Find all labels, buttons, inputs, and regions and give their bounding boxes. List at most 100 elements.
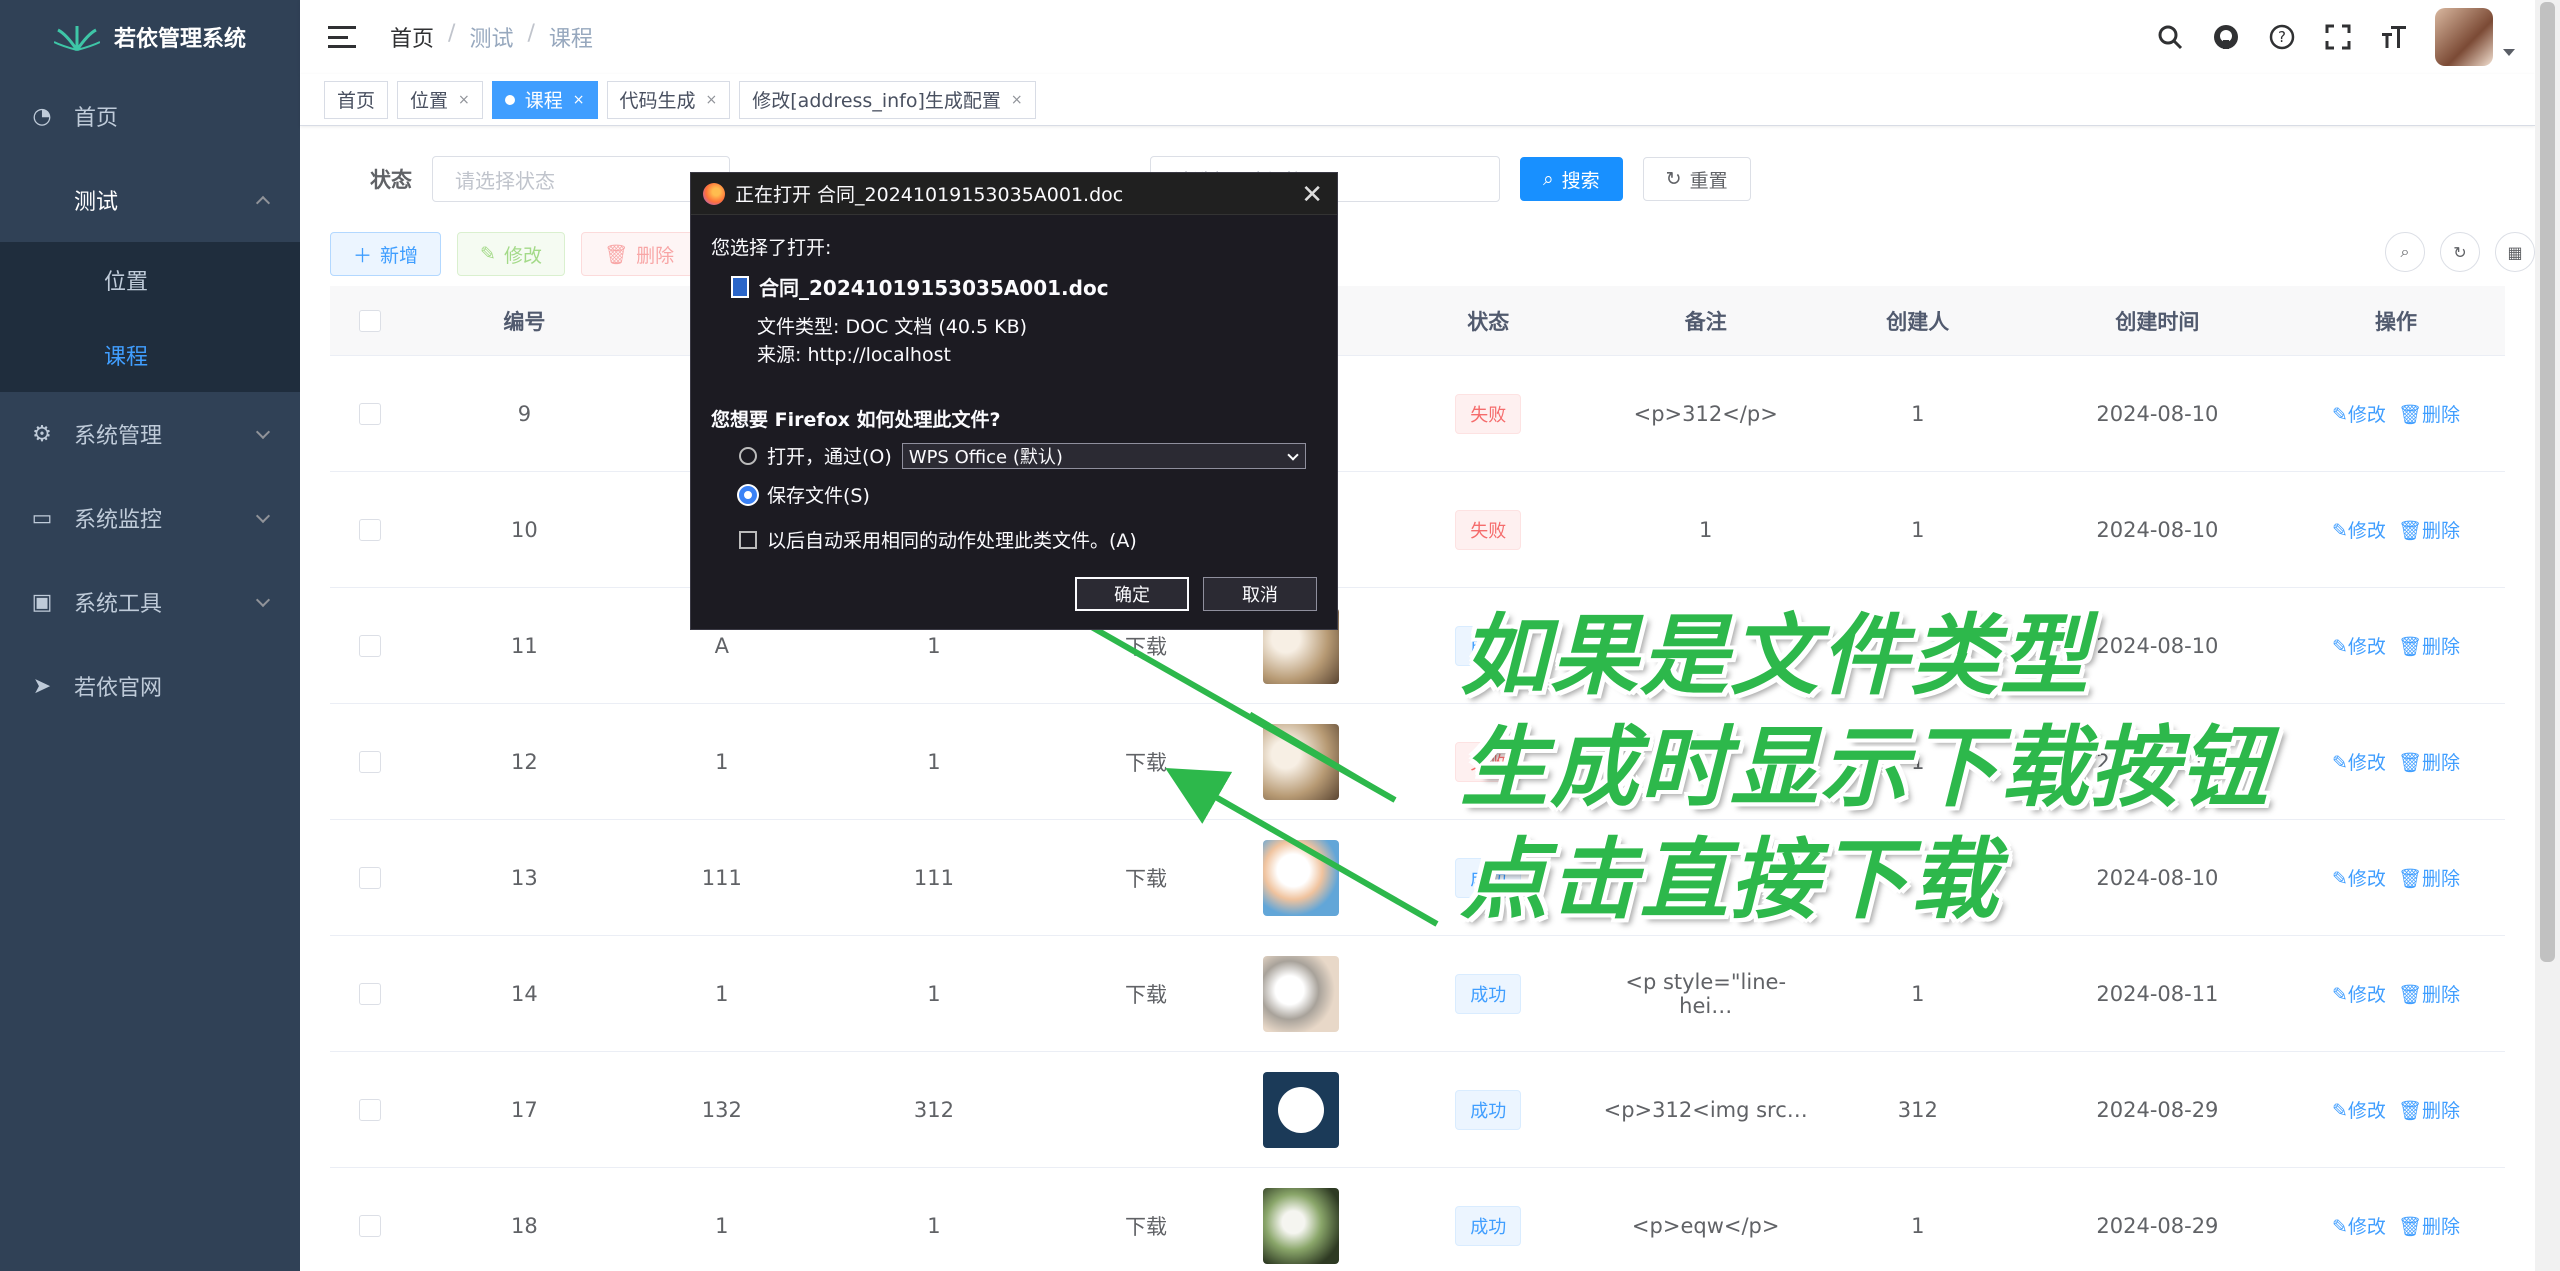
breadcrumb-item[interactable]: 首页 xyxy=(390,21,434,53)
cell-note: 1 xyxy=(1699,517,1713,542)
sidebar-item-system-tools[interactable]: ▣ 系统工具 xyxy=(0,560,300,644)
close-icon[interactable]: × xyxy=(1011,92,1023,108)
save-file-label[interactable]: 保存文件(S) xyxy=(767,481,870,508)
status-select[interactable]: 请选择状态 xyxy=(432,156,730,202)
github-icon[interactable] xyxy=(2211,22,2241,52)
sidebar-item-location[interactable]: 位置 xyxy=(0,242,300,317)
sidebar-item-system-monitor[interactable]: ▭ 系统监控 xyxy=(0,476,300,560)
add-button[interactable]: ＋ 新增 xyxy=(330,232,442,276)
open-with-app-select[interactable]: WPS Office (默认) xyxy=(901,442,1306,469)
row-edit-link[interactable]: ✎修改 xyxy=(2332,516,2386,543)
save-file-radio[interactable] xyxy=(739,485,757,504)
scrollbar-thumb[interactable] xyxy=(2540,2,2555,962)
edit-button[interactable]: ✎ 修改 xyxy=(457,232,565,276)
tag-gen-config[interactable]: 修改[address_info]生成配置 × xyxy=(739,80,1036,119)
row-edit-link[interactable]: ✎修改 xyxy=(2332,1096,2386,1123)
row-checkbox[interactable] xyxy=(359,1098,382,1121)
avatar[interactable] xyxy=(2435,8,2493,66)
row-checkbox[interactable] xyxy=(359,750,382,773)
toggle-search-icon[interactable]: ⌕ xyxy=(2385,232,2425,272)
row-thumbnail[interactable] xyxy=(1263,839,1340,916)
cell-ops: ✎修改 🗑删除 xyxy=(2287,400,2505,427)
fullscreen-icon[interactable] xyxy=(2323,22,2353,52)
table-row[interactable]: 18 1 1 下载 成功 <p>eqw</p> 1 2024-08-29 ✎修改 🗑删除 xyxy=(330,1168,2505,1271)
download-link[interactable]: 下载 xyxy=(1063,863,1230,893)
tag-course[interactable]: 课程 × xyxy=(491,80,598,119)
row-thumbnail[interactable] xyxy=(1263,955,1340,1032)
cell-created-at: 2024-08-10 xyxy=(2096,401,2219,426)
close-icon[interactable]: × xyxy=(573,92,585,108)
tag-home[interactable]: 首页 xyxy=(324,80,389,119)
sidebar-item-home[interactable]: ◔ 首页 xyxy=(0,74,300,158)
row-checkbox[interactable] xyxy=(359,866,382,889)
columns-icon[interactable]: ▦ xyxy=(2495,232,2535,272)
row-delete-link[interactable]: 🗑删除 xyxy=(2398,1212,2460,1239)
row-edit-link[interactable]: ✎修改 xyxy=(2332,632,2386,659)
open-with-label[interactable]: 打开，通过(O) xyxy=(767,442,892,469)
refresh-icon[interactable]: ↻ xyxy=(2440,232,2480,272)
table-row[interactable]: 14 1 1 下载 成功 <p style="line-hei… 1 2024-08-11 ✎修… xyxy=(330,936,2505,1052)
select-all-checkbox[interactable] xyxy=(359,309,382,332)
delete-button[interactable]: 🗑 删除 xyxy=(580,232,698,276)
hamburger-icon[interactable] xyxy=(328,26,356,48)
font-size-icon[interactable] xyxy=(2379,22,2409,52)
close-icon[interactable]: × xyxy=(706,92,718,108)
row-edit-link[interactable]: ✎修改 xyxy=(2332,980,2386,1007)
ok-button[interactable]: 确定 xyxy=(1075,577,1189,611)
op-label: 修改 xyxy=(2347,1216,2386,1238)
row-delete-link[interactable]: 🗑删除 xyxy=(2398,864,2460,891)
row-delete-link[interactable]: 🗑删除 xyxy=(2398,400,2460,427)
table-row[interactable]: 10 失败 1 1 2024-08-10 ✎修改 🗑删除 xyxy=(330,472,2505,588)
row-delete-link[interactable]: 🗑删除 xyxy=(2398,632,2460,659)
tag-code-gen[interactable]: 代码生成 × xyxy=(606,80,731,119)
cancel-button[interactable]: 取消 xyxy=(1203,577,1317,611)
test-submenu: 位置 课程 xyxy=(0,242,300,392)
close-icon[interactable]: ✕ xyxy=(1301,180,1323,210)
table-row[interactable]: 17 132 312 成功 <p>312<img src… 312 2024-08-29 ✎修… xyxy=(330,1052,2505,1168)
file-row: 合同_20241019153035A001.doc xyxy=(711,272,1317,301)
row-delete-link[interactable]: 🗑删除 xyxy=(2398,748,2460,775)
row-thumbnail[interactable] xyxy=(1263,1071,1340,1148)
dialog-buttons: 确定 取消 xyxy=(1075,577,1317,611)
tag-location[interactable]: 位置 × xyxy=(397,80,483,119)
download-link[interactable]: 下载 xyxy=(1063,979,1230,1009)
status-filter-label: 状态 xyxy=(370,168,412,192)
sidebar-item-course[interactable]: 课程 xyxy=(0,317,300,392)
row-thumbnail[interactable] xyxy=(1263,723,1340,800)
caret-down-icon[interactable] xyxy=(2503,48,2515,56)
row-delete-link[interactable]: 🗑删除 xyxy=(2398,516,2460,543)
download-link[interactable]: 下载 xyxy=(1063,1211,1230,1241)
active-dot xyxy=(504,94,515,105)
table-row[interactable]: 9 失败 <p>312</p> 1 2024-08-10 ✎修改 🗑删除 xyxy=(330,356,2505,472)
sidebar-item-test[interactable]: 测试 xyxy=(0,158,300,242)
sidebar-item-official-site[interactable]: ➤ 若依官网 xyxy=(0,644,300,728)
row-edit-link[interactable]: ✎修改 xyxy=(2332,864,2386,891)
auto-checkbox[interactable] xyxy=(739,530,757,549)
row-edit-link[interactable]: ✎修改 xyxy=(2332,748,2386,775)
search-icon[interactable] xyxy=(2155,22,2185,52)
auto-checkbox-label[interactable]: 以后自动采用相同的动作处理此类文件。(A) xyxy=(767,526,1137,553)
app-logo[interactable]: 若依管理系统 xyxy=(0,0,300,74)
cell-created-at: 2024-08-11 xyxy=(2096,981,2219,1006)
download-link[interactable]: 下载 xyxy=(1063,747,1230,777)
download-link[interactable]: 下载 xyxy=(1063,631,1230,661)
row-thumbnail[interactable] xyxy=(1263,1187,1340,1264)
row-checkbox[interactable] xyxy=(359,982,382,1005)
row-checkbox[interactable] xyxy=(359,402,382,425)
monitor-icon: ▭ xyxy=(31,505,53,531)
sidebar-item-system-manage[interactable]: ⚙ 系统管理 xyxy=(0,392,300,476)
row-select-cell xyxy=(330,982,411,1005)
reset-button[interactable]: ↻ 重置 xyxy=(1642,157,1751,201)
page-scrollbar[interactable] xyxy=(2535,0,2560,1271)
row-checkbox[interactable] xyxy=(359,1214,382,1237)
row-edit-link[interactable]: ✎修改 xyxy=(2332,400,2386,427)
open-with-radio[interactable] xyxy=(739,446,757,465)
row-delete-link[interactable]: 🗑删除 xyxy=(2398,980,2460,1007)
row-edit-link[interactable]: ✎修改 xyxy=(2332,1212,2386,1239)
help-icon[interactable]: ? xyxy=(2267,22,2297,52)
row-delete-link[interactable]: 🗑删除 xyxy=(2398,1096,2460,1123)
search-button[interactable]: ⌕ 搜索 xyxy=(1520,157,1623,201)
row-checkbox[interactable] xyxy=(359,518,382,541)
close-icon[interactable]: × xyxy=(458,92,470,108)
row-checkbox[interactable] xyxy=(359,634,382,657)
